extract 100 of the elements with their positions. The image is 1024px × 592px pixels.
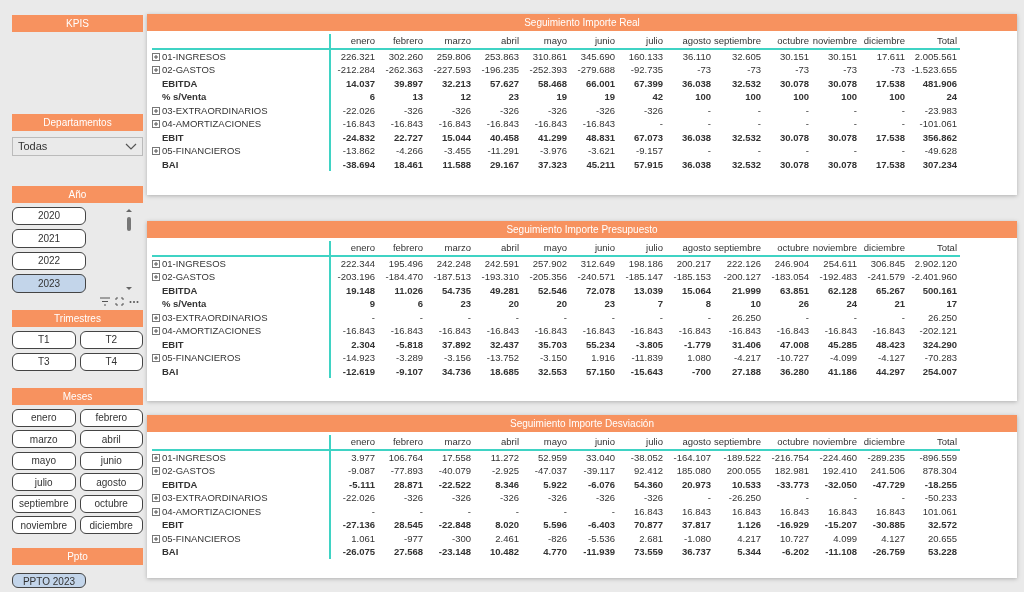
table-cell: 101.061 [922,505,957,517]
slicer-button[interactable]: 2022 [12,251,86,270]
row-label[interactable]: 04-AMORTIZACIONES [162,118,262,129]
row-label[interactable]: 03-EXTRAORDINARIOS [162,104,268,116]
slicer-button[interactable]: julio [12,473,76,491]
expand-icon[interactable] [152,273,160,281]
slicer-button[interactable]: agosto [79,473,143,491]
row-label[interactable]: 03-EXTRAORDINARIOS [162,311,268,323]
slicer-button[interactable]: 2021 [12,229,86,248]
slicer-button[interactable]: abril [79,430,143,448]
column-header: agosto [682,35,711,46]
table-cell: -2.401.960 [911,271,957,282]
table-cell: -3.621 [588,145,615,156]
expand-icon[interactable] [152,120,160,128]
column-header: mayo [543,242,567,253]
expand-icon[interactable] [152,467,160,475]
expand-icon[interactable] [152,534,160,543]
table-cell: 39.897 [393,77,423,89]
expand-icon[interactable] [152,507,160,516]
table-cell: -216.754 [771,451,809,463]
table-cell: 10.727 [779,532,809,544]
table-cell: 8.346 [495,478,519,490]
table-cell: - [901,492,905,503]
slicer-button[interactable]: PPTO 2023 [12,573,86,588]
row-label[interactable]: 04-AMORTIZACIONES [162,325,262,336]
expand-icon[interactable] [152,106,160,115]
column-header: Total [936,35,957,46]
expand-icon[interactable] [115,296,124,306]
table-cell: -16.843 [486,325,519,336]
column-header: julio [646,436,663,447]
table-cell: 5.596 [543,519,567,530]
row-label[interactable]: 01-INGRESOS [162,451,226,463]
expand-icon[interactable] [152,66,160,74]
slicer-button[interactable]: septiembre [12,494,76,513]
expand-icon[interactable] [152,259,160,268]
slicer-button[interactable]: T3 [12,352,76,371]
table-cell: -23.148 [438,546,471,557]
scrollbar[interactable] [124,206,134,293]
expand-icon[interactable] [152,327,160,335]
table-cell: -11.939 [583,546,615,557]
table-cell: -896.559 [919,451,957,463]
slicer-button[interactable]: mayo [12,451,76,470]
row-label[interactable]: 04-AMORTIZACIONES [162,505,262,517]
slicer-header: Ppto [12,548,143,565]
row-label[interactable]: 02-GASTOS [162,271,216,282]
table-cell: - [805,145,809,156]
table-cell: 16.843 [633,505,663,517]
slicer-button[interactable]: noviembre [12,516,76,534]
slicer-button[interactable]: diciembre [79,516,143,534]
table-cell: 500.161 [922,284,957,296]
table-cell: -977 [404,532,423,544]
row-label[interactable]: 05-FINANCIEROS [162,532,241,544]
expand-icon[interactable] [152,52,160,61]
row-label[interactable]: 05-FINANCIEROS [162,352,241,363]
table-cell: 246.904 [774,257,809,269]
slicer-button[interactable]: T2 [79,330,143,349]
table-cell: 8.020 [495,519,519,530]
table-cell: 31.406 [731,338,761,350]
table-cell: 100 [793,91,809,102]
slicer-button[interactable]: 2020 [12,206,86,225]
expand-icon[interactable] [152,313,160,322]
table-cell: 32.532 [731,158,761,170]
expand-icon[interactable] [152,354,160,362]
expand-icon[interactable] [152,147,160,155]
table-cell: 36.038 [681,158,711,170]
row-label[interactable]: 01-INGRESOS [162,50,226,62]
table-cell: 182.981 [774,465,809,476]
expand-icon[interactable] [152,453,160,462]
column-header: abril [501,242,519,253]
table-cell: -326 [596,104,615,116]
table-cell: -11.291 [487,145,519,156]
table-cell: 17.538 [875,158,905,170]
slicer-button[interactable]: T4 [79,352,143,371]
table-cell: 18.461 [393,158,423,170]
row-label[interactable]: 05-FINANCIEROS [162,145,241,156]
slicer-button[interactable]: marzo [12,430,76,448]
filter-icon[interactable] [100,296,110,306]
table-cell: -3.156 [444,352,471,363]
table-cell: -4.266 [396,145,423,156]
table-cell: -16.843 [824,325,857,336]
slicer-button[interactable]: junio [79,451,143,470]
row-label[interactable]: 03-EXTRAORDINARIOS [162,492,268,503]
table-cell: - [371,311,375,323]
row-label[interactable]: 02-GASTOS [162,64,216,75]
expand-icon[interactable] [152,494,160,502]
slicer-button[interactable]: 2023 [12,274,86,293]
table-cell: -33.773 [776,478,809,490]
table-cell: 30.078 [779,158,809,170]
table-cell: - [707,492,711,503]
row-label[interactable]: 01-INGRESOS [162,257,226,269]
slicer-button[interactable]: enero [12,408,76,427]
table-cell: 324.290 [922,338,957,350]
slicer-button[interactable]: octubre [79,494,143,513]
slicer-button[interactable]: febrero [79,408,143,427]
slicer-button[interactable]: T1 [12,330,76,349]
table-cell: 53.228 [927,546,957,557]
table-cell: 32.553 [537,365,567,377]
dropdown[interactable]: Todas [12,137,143,156]
row-label[interactable]: 02-GASTOS [162,465,216,476]
table-cell: -193.310 [481,271,519,282]
